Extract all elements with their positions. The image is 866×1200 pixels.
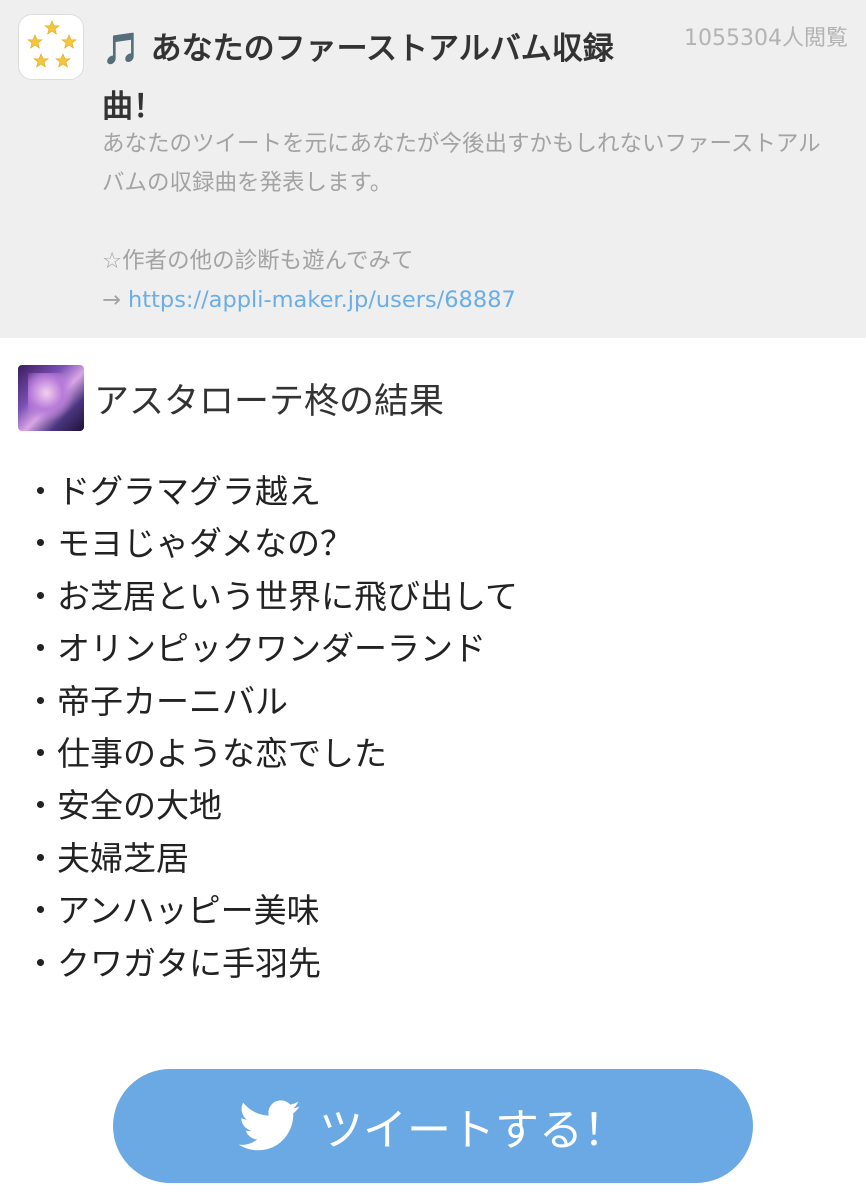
tweet-button-label: ツイートする！	[319, 1105, 627, 1156]
track-item: ・アンハッピー美味	[24, 891, 320, 931]
diagnosis-description: あなたのツイートを元にあなたが今後出すかもしれないファーストアルバムの収録曲を発…	[102, 125, 842, 320]
track-list: ・ドグラマグラ越え ・モヨじゃダメなの？ ・お芝居という世界に飛び出して ・オリ…	[24, 466, 518, 990]
diagnosis-header: 🎵 あなたのファーストアルバム収録曲！ 1055304人閲覧 あなたのツイートを元…	[0, 0, 866, 338]
user-avatar	[18, 365, 84, 431]
track-item: ・ドグラマグラ越え	[24, 472, 321, 511]
diagnosis-title: 🎵 あなたのファーストアルバム収録曲！	[102, 20, 657, 136]
link-prefix: →	[102, 287, 129, 313]
track-item: ・安全の大地	[24, 786, 222, 826]
description-text: あなたのツイートを元にあなたが今後出すかもしれないファーストアルバムの収録曲を発…	[102, 131, 821, 196]
tweet-button[interactable]: ツイートする！	[113, 1069, 753, 1183]
track-item: ・クワガタに手羽先	[24, 943, 321, 983]
view-count: 1055304人閲覧	[684, 26, 848, 51]
author-link[interactable]: https://appli-maker.jp/users/68887	[128, 287, 516, 313]
track-item: ・帝子カーニバル	[24, 681, 288, 721]
result-title: アスタローテ柊の結果	[94, 381, 445, 422]
author-note: ☆作者の他の診断も遊んでみて	[102, 248, 414, 274]
result-header: アスタローテ柊の結果	[18, 365, 444, 431]
five-stars-icon	[18, 14, 84, 80]
diagnosis-title-text: あなたのファーストアルバム収録曲！	[102, 31, 614, 125]
track-item: ・お芝居という世界に飛び出して	[24, 576, 519, 616]
track-item: ・夫婦芝居	[24, 838, 189, 878]
track-item: ・仕事のような恋でした	[24, 734, 387, 774]
track-item: ・オリンピックワンダーランド	[24, 629, 486, 669]
music-note-icon: 🎵	[102, 31, 141, 67]
track-item: ・モヨじゃダメなの？	[24, 524, 354, 564]
twitter-bird-icon	[239, 1100, 300, 1151]
